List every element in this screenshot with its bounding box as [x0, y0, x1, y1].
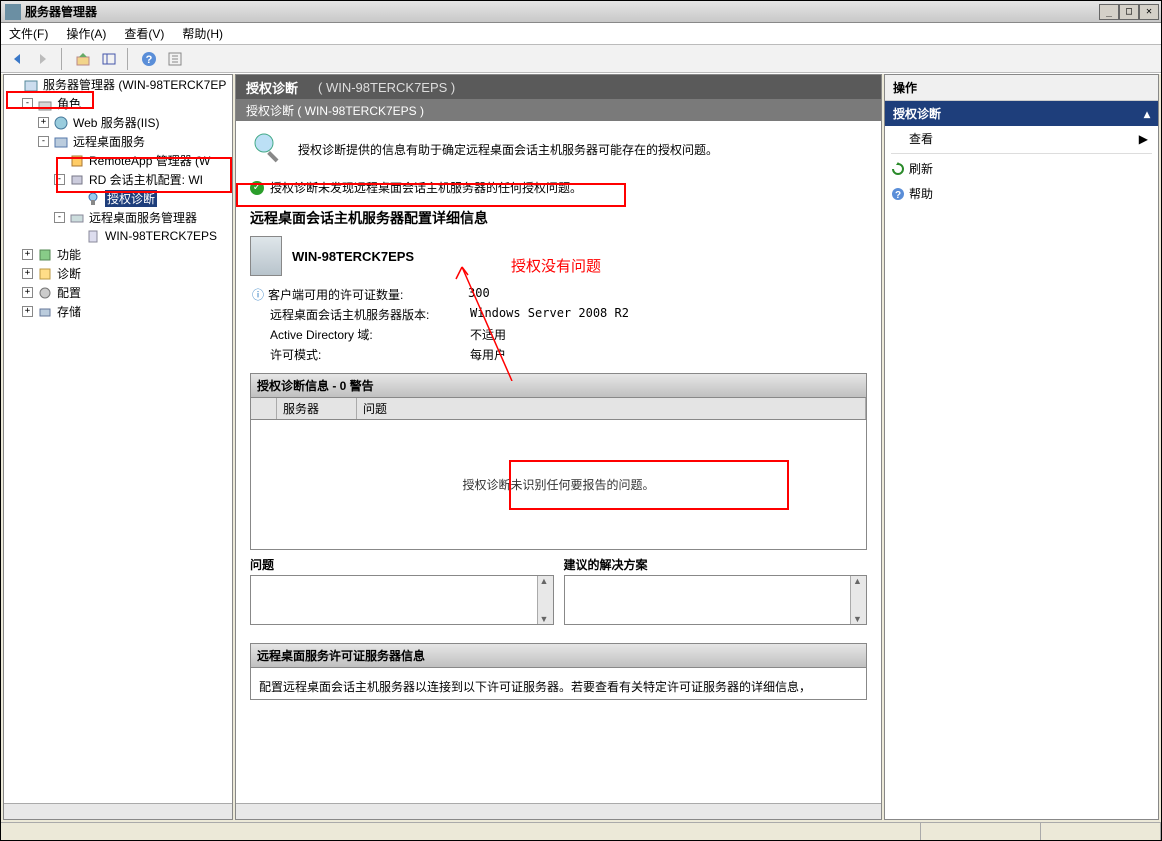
issue-box[interactable] — [250, 575, 554, 625]
svg-text:?: ? — [895, 190, 901, 201]
help-button[interactable]: ? — [137, 48, 161, 70]
tree-features[interactable]: +功能 — [4, 245, 232, 264]
svg-text:?: ? — [146, 54, 153, 66]
menubar: 文件(F) 操作(A) 查看(V) 帮助(H) — [1, 23, 1161, 45]
scrollbar[interactable] — [850, 576, 866, 624]
lic-count-label: 客户端可用的许可证数量: — [268, 286, 468, 303]
info-icon: ⓘ — [252, 286, 264, 303]
server-icon — [250, 236, 282, 276]
grid-body: 授权诊断未识别任何要报告的问题。 — [250, 420, 867, 550]
content-panel: 授权诊断 ( WIN-98TERCK7EPS ) 授权诊断 ( WIN-98TE… — [235, 74, 882, 820]
minimize-button[interactable]: _ — [1099, 4, 1119, 20]
empty-msg: 授权诊断未识别任何要报告的问题。 — [462, 476, 654, 493]
show-hide-button[interactable] — [97, 48, 121, 70]
tree-roles[interactable]: -角色 — [4, 94, 232, 113]
tree-panel[interactable]: 服务器管理器 (WIN-98TERCK7EP -角色 +Web 服务器(IIS)… — [3, 74, 233, 820]
header-sub: ( WIN-98TERCK7EPS ) — [318, 80, 455, 95]
scrollbar[interactable] — [537, 576, 553, 624]
intro-text: 授权诊断提供的信息有助于确定远程桌面会话主机服务器可能存在的授权问题。 — [298, 141, 718, 158]
tree-rdhost[interactable]: -RD 会话主机配置: WI — [4, 170, 232, 189]
solution-box[interactable] — [564, 575, 868, 625]
content-body: 授权诊断提供的信息有助于确定远程桌面会话主机服务器可能存在的授权问题。 ✓ 授权… — [236, 121, 881, 803]
tree-diag[interactable]: +诊断 — [4, 264, 232, 283]
menu-file[interactable]: 文件(F) — [5, 23, 52, 44]
help-icon: ? — [891, 187, 905, 201]
diag-panel-header: 授权诊断信息 - 0 警告 — [250, 373, 867, 398]
tree-storage[interactable]: +存储 — [4, 302, 232, 321]
diag-icon — [250, 131, 286, 167]
menu-view[interactable]: 查看(V) — [120, 23, 168, 44]
window-title: 服务器管理器 — [25, 3, 1099, 20]
tree-iis[interactable]: +Web 服务器(IIS) — [4, 113, 232, 132]
tree-root[interactable]: 服务器管理器 (WIN-98TERCK7EP — [4, 75, 232, 94]
action-help[interactable]: ?帮助 — [885, 181, 1158, 206]
grid-header: 服务器 问题 — [250, 398, 867, 420]
status-ok-text: 授权诊断未发现远程桌面会话主机服务器的任何授权问题。 — [270, 179, 582, 196]
ver-label: 远程桌面会话主机服务器版本: — [270, 306, 470, 323]
licsrv-text: 配置远程桌面会话主机服务器以连接到以下许可证服务器。若要查看有关特定许可证服务器… — [259, 680, 811, 694]
maximize-button[interactable]: □ — [1119, 4, 1139, 20]
check-icon: ✓ — [250, 181, 264, 195]
server-name: WIN-98TERCK7EPS — [292, 249, 414, 264]
menu-help[interactable]: 帮助(H) — [178, 23, 227, 44]
close-button[interactable]: ✕ — [1139, 4, 1159, 20]
header-title: 授权诊断 — [246, 78, 298, 97]
up-button[interactable] — [71, 48, 95, 70]
licsrv-panel-header: 远程桌面服务许可证服务器信息 — [250, 643, 867, 668]
mode-label: 许可模式: — [270, 346, 470, 363]
action-refresh[interactable]: 刷新 — [885, 156, 1158, 181]
menu-action[interactable]: 操作(A) — [62, 23, 110, 44]
chevron-right-icon: ▶ — [1139, 132, 1148, 146]
tree-rds[interactable]: -远程桌面服务 — [4, 132, 232, 151]
collapse-icon[interactable]: ▴ — [1144, 107, 1150, 121]
tree-rdsmgr[interactable]: -远程桌面服务管理器 — [4, 208, 232, 227]
content-hscroll[interactable] — [236, 803, 881, 819]
refresh-icon — [891, 162, 905, 176]
action-view[interactable]: 查看▶ — [885, 126, 1158, 151]
col-server[interactable]: 服务器 — [277, 398, 357, 419]
tree-config[interactable]: +配置 — [4, 283, 232, 302]
details-title: 远程桌面会话主机服务器配置详细信息 — [250, 208, 867, 228]
titlebar: 服务器管理器 _ □ ✕ — [1, 1, 1161, 23]
app-icon — [5, 4, 21, 20]
ad-label: Active Directory 域: — [270, 326, 470, 343]
licsrv-body: 配置远程桌面会话主机服务器以连接到以下许可证服务器。若要查看有关特定许可证服务器… — [250, 668, 867, 700]
actions-title: 操作 — [885, 75, 1158, 101]
solution-label: 建议的解决方案 — [564, 556, 868, 573]
col-issue[interactable]: 问题 — [357, 398, 866, 419]
content-subheader: 授权诊断 ( WIN-98TERCK7EPS ) — [236, 99, 881, 121]
content-header: 授权诊断 ( WIN-98TERCK7EPS ) — [236, 75, 881, 99]
back-button[interactable] — [5, 48, 29, 70]
actions-panel: 操作 授权诊断▴ 查看▶ 刷新 ?帮助 — [884, 74, 1159, 820]
tree-remoteapp[interactable]: RemoteApp 管理器 (W — [4, 151, 232, 170]
forward-button[interactable] — [31, 48, 55, 70]
actions-node-header: 授权诊断▴ — [885, 101, 1158, 126]
issue-label: 问题 — [250, 556, 554, 573]
tree-licdiag[interactable]: 授权诊断 — [4, 189, 232, 208]
props-button[interactable] — [163, 48, 187, 70]
annotation-text: 授权没有问题 — [511, 255, 601, 276]
tree-servername[interactable]: WIN-98TERCK7EPS — [4, 227, 232, 245]
statusbar — [1, 822, 1161, 840]
toolbar: ? — [1, 45, 1161, 73]
